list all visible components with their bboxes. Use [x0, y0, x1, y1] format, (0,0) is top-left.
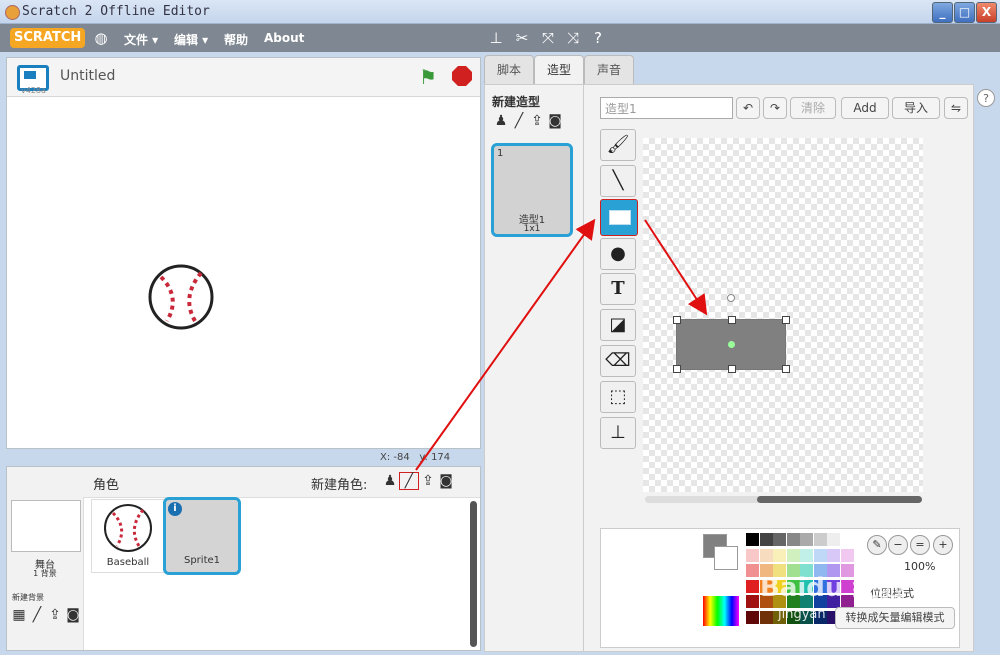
color-spectrum[interactable] [703, 596, 739, 626]
color-swatch[interactable] [800, 548, 813, 562]
color-swatch[interactable] [786, 548, 800, 562]
zoom-level: 100% [904, 560, 936, 573]
zoom-out-icon[interactable]: − [888, 535, 908, 555]
color-swatch[interactable] [759, 548, 773, 562]
color-swatch[interactable] [800, 533, 813, 546]
watermark-sub: jingyan [778, 607, 826, 622]
secondary-color-swatch[interactable] [714, 546, 738, 570]
color-swatch[interactable] [827, 548, 840, 562]
color-swatch[interactable] [773, 548, 786, 562]
color-swatch[interactable] [827, 533, 840, 546]
color-swatch[interactable] [759, 610, 773, 624]
color-swatch[interactable] [813, 533, 827, 546]
zoom-in-icon[interactable]: + [933, 535, 953, 555]
color-swatch[interactable] [746, 579, 759, 593]
color-swatch[interactable] [840, 548, 854, 562]
watermark: Baidu 经验 [760, 573, 905, 603]
color-swatch[interactable] [840, 533, 854, 546]
color-swatch[interactable] [773, 533, 786, 546]
color-swatch[interactable] [746, 533, 759, 546]
color-swatch[interactable] [813, 548, 827, 562]
color-swatch[interactable] [786, 533, 800, 546]
convert-vector-button[interactable]: 转换成矢量编辑模式 [835, 607, 955, 629]
color-swatch[interactable] [746, 548, 759, 562]
zoom-reset-icon[interactable]: = [910, 535, 930, 555]
color-swatch[interactable] [746, 564, 759, 577]
color-swatch[interactable] [746, 595, 759, 608]
color-swatch[interactable] [746, 610, 759, 624]
color-swatch[interactable] [759, 533, 773, 546]
eyedropper-icon[interactable]: ✎ [867, 535, 887, 555]
